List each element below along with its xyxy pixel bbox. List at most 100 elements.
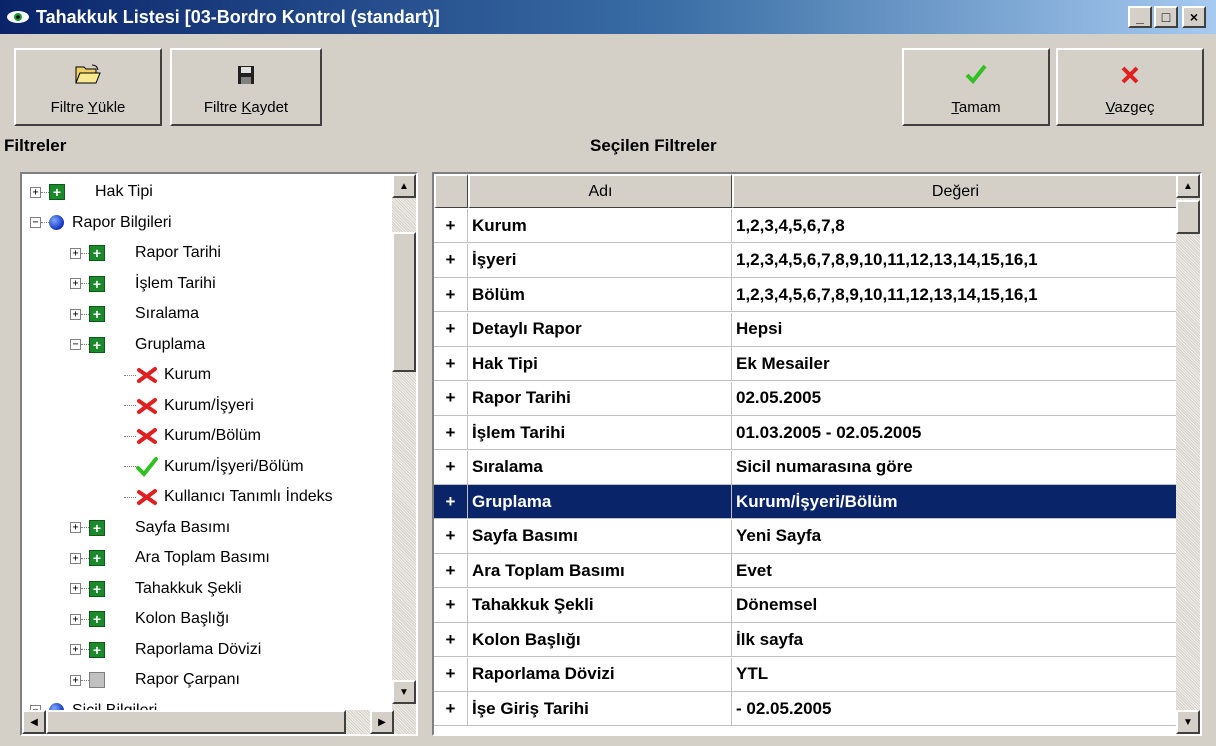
filter-name-cell[interactable]: Kurum (468, 209, 732, 243)
table-row[interactable]: + Bölüm 1,2,3,4,5,6,7,8,9,10,11,12,13,14,1… (434, 278, 1178, 312)
expand-icon[interactable]: + (70, 674, 81, 686)
tree-horizontal-scrollbar[interactable]: ◀ ▶ (22, 710, 394, 734)
expand-icon[interactable]: + (70, 308, 81, 320)
tree-item[interactable]: − + Gruplama (70, 330, 205, 360)
row-expand-icon[interactable]: + (434, 657, 468, 692)
filter-name-cell[interactable]: Gruplama (468, 485, 732, 519)
selected-filters-grid[interactable]: Adı Değeri + Kurum 1,2,3,4,5,6,7,8 + İşyeri 1… (432, 172, 1202, 736)
table-row[interactable]: + Raporlama Dövizi YTL (434, 657, 1178, 692)
filter-name-cell[interactable]: Kolon Başlığı (468, 623, 732, 657)
filter-name-cell[interactable]: Rapor Tarihi (468, 381, 732, 416)
tree-item[interactable]: Kullanıcı Tanımlı İndeks (124, 482, 333, 512)
table-row[interactable]: + İşe Giriş Tarihi - 02.05.2005 (434, 692, 1178, 726)
row-expand-icon[interactable]: + (434, 278, 468, 312)
grid-scroll-up-button[interactable]: ▲ (1176, 174, 1200, 198)
expand-icon[interactable]: + (70, 278, 81, 289)
collapse-icon[interactable]: − (70, 339, 81, 350)
tree-item[interactable]: + + Rapor Tarihi (70, 238, 221, 268)
column-header-name[interactable]: Adı (468, 174, 732, 208)
expand-icon[interactable]: + (30, 186, 41, 198)
grid-scroll-down-button[interactable]: ▼ (1176, 710, 1200, 734)
table-row[interactable]: + Sayfa Basımı Yeni Sayfa (434, 519, 1178, 554)
minimize-button[interactable]: _ (1128, 6, 1152, 28)
table-row[interactable]: + Gruplama Kurum/İşyeri/Bölüm (434, 485, 1178, 519)
filter-value-cell[interactable]: - 02.05.2005 (732, 692, 1178, 726)
filter-value-cell[interactable]: Hepsi (732, 312, 1178, 347)
row-expand-icon[interactable]: + (434, 623, 468, 657)
filter-value-cell[interactable]: Evet (732, 554, 1178, 588)
tree-item[interactable]: + + Ara Toplam Basımı (70, 543, 270, 573)
scroll-thumb[interactable] (392, 232, 416, 372)
table-row[interactable]: + Sıralama Sicil numarasına göre (434, 450, 1178, 485)
close-button[interactable]: × (1182, 6, 1206, 28)
row-expand-icon[interactable]: + (434, 519, 468, 554)
expand-icon[interactable]: + (70, 552, 81, 564)
table-row[interactable]: + Ara Toplam Basımı Evet (434, 554, 1178, 588)
table-row[interactable]: + Detaylı Rapor Hepsi (434, 312, 1178, 347)
filter-value-cell[interactable]: Yeni Sayfa (732, 519, 1178, 554)
expand-icon[interactable]: + (70, 583, 81, 594)
scroll-right-button[interactable]: ▶ (370, 710, 394, 734)
tree-item[interactable]: + + Kolon Başlığı (70, 604, 229, 634)
tree-item[interactable]: + Rapor Çarpanı (70, 665, 240, 695)
tree-item[interactable]: + + Raporlama Dövizi (70, 635, 261, 665)
row-expand-icon[interactable]: + (434, 312, 468, 347)
expand-icon[interactable]: + (70, 522, 81, 533)
tree-item[interactable]: Kurum/İşyeri (124, 391, 254, 421)
expand-icon[interactable]: + (70, 644, 81, 655)
tree-item[interactable]: + + Hak Tipi (30, 177, 153, 207)
filter-name-cell[interactable]: Bölüm (468, 278, 732, 312)
filter-value-cell[interactable]: Dönemsel (732, 588, 1178, 623)
tree-item[interactable]: + + Sayfa Basımı (70, 513, 230, 543)
column-header-value[interactable]: Değeri (732, 174, 1178, 208)
row-expand-icon[interactable]: + (434, 485, 468, 519)
grid-scroll-thumb[interactable] (1176, 200, 1200, 234)
table-row[interactable]: + İşlem Tarihi 01.03.2005 - 02.05.2005 (434, 416, 1178, 450)
filter-name-cell[interactable]: Detaylı Rapor (468, 312, 732, 347)
filter-name-cell[interactable]: İşlem Tarihi (468, 416, 732, 450)
row-expand-icon[interactable]: + (434, 381, 468, 416)
table-row[interactable]: + Tahakkuk Şekli Dönemsel (434, 588, 1178, 623)
filter-name-cell[interactable]: Hak Tipi (468, 347, 732, 381)
filter-value-cell[interactable]: YTL (732, 657, 1178, 692)
ok-button[interactable]: Tamam (902, 48, 1050, 126)
scroll-left-button[interactable]: ◀ (22, 710, 46, 734)
row-expand-icon[interactable]: + (434, 347, 468, 381)
tree-vertical-scrollbar[interactable]: ▲ ▼ (392, 174, 416, 734)
grid-vertical-scrollbar[interactable]: ▲ ▼ (1176, 174, 1200, 734)
filter-tree[interactable]: + + Hak Tipi − Rapor Bilgileri + + Rapor Tarihi… (20, 172, 418, 736)
horizontal-scroll-thumb[interactable] (46, 710, 346, 734)
tree-item[interactable]: Kurum (124, 360, 211, 390)
table-row[interactable]: + Kurum 1,2,3,4,5,6,7,8 (434, 209, 1178, 243)
scroll-up-button[interactable]: ▲ (392, 174, 416, 198)
collapse-icon[interactable]: − (30, 217, 41, 228)
filter-value-cell[interactable]: İlk sayfa (732, 623, 1178, 657)
table-row[interactable]: + Kolon Başlığı İlk sayfa (434, 623, 1178, 657)
tree-item[interactable]: + + İşlem Tarihi (70, 269, 216, 299)
row-expand-icon[interactable]: + (434, 554, 468, 588)
table-row[interactable]: + Rapor Tarihi 02.05.2005 (434, 381, 1178, 416)
table-row[interactable]: + İşyeri 1,2,3,4,5,6,7,8,9,10,11,12,13,14,… (434, 243, 1178, 278)
filter-value-cell[interactable]: 1,2,3,4,5,6,7,8,9,10,11,12,13,14,15,16,1 (732, 278, 1178, 312)
row-expand-icon[interactable]: + (434, 588, 468, 623)
tree-item[interactable]: + + Tahakkuk Şekli (70, 574, 242, 604)
filter-name-cell[interactable]: İşe Giriş Tarihi (468, 692, 732, 726)
maximize-button[interactable]: □ (1154, 6, 1178, 28)
filter-name-cell[interactable]: İşyeri (468, 243, 732, 278)
row-expand-icon[interactable]: + (434, 450, 468, 485)
row-expand-icon[interactable]: + (434, 416, 468, 450)
filter-name-cell[interactable]: Ara Toplam Basımı (468, 554, 732, 588)
filter-value-cell[interactable]: Kurum/İşyeri/Bölüm (732, 485, 1178, 519)
filter-name-cell[interactable]: Sıralama (468, 450, 732, 485)
filter-name-cell[interactable]: Raporlama Dövizi (468, 657, 732, 692)
save-filter-button[interactable]: Filtre Kaydet (170, 48, 322, 126)
load-filter-button[interactable]: Filtre Yükle (14, 48, 162, 126)
expand-icon[interactable]: + (70, 613, 81, 625)
expand-icon[interactable]: + (70, 247, 81, 259)
tree-item[interactable]: Kurum/İşyeri/Bölüm (124, 452, 304, 482)
filter-value-cell[interactable]: 02.05.2005 (732, 381, 1178, 416)
filter-value-cell[interactable]: 1,2,3,4,5,6,7,8 (732, 209, 1178, 243)
tree-item[interactable]: + + Sıralama (70, 299, 199, 329)
scroll-down-button[interactable]: ▼ (392, 680, 416, 704)
row-expand-icon[interactable]: + (434, 692, 468, 726)
